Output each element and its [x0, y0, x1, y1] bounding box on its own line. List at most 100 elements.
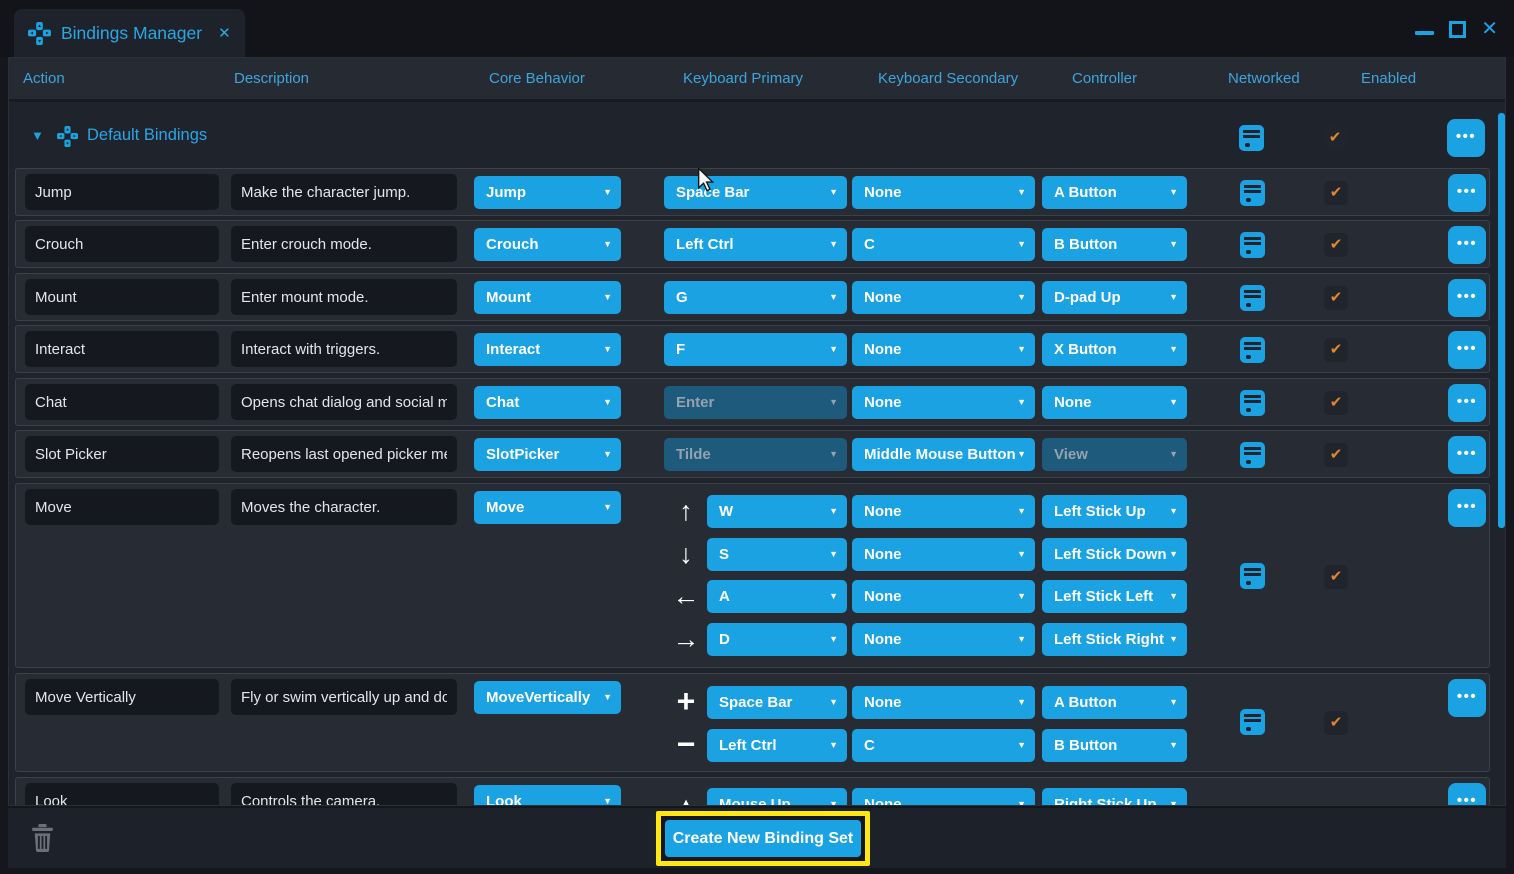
delete-binding-set-icon[interactable] [30, 824, 55, 853]
core-behavior-dropdown[interactable]: Mount▼ [474, 281, 621, 314]
minimize-icon[interactable] [1415, 31, 1434, 35]
chevron-down-icon: ▼ [1017, 788, 1026, 806]
core-behavior-dropdown[interactable]: SlotPicker▼ [474, 438, 621, 471]
controller-dropdown[interactable]: X Button▼ [1042, 333, 1187, 366]
networked-icon[interactable] [1239, 125, 1264, 151]
keyboard-primary-dropdown[interactable]: S▼ [707, 538, 847, 571]
keyboard-secondary-dropdown[interactable]: None▼ [852, 386, 1035, 419]
binding-row-move: Move▼ ↑ W▼ None▼ Left Stick Up▼ ↓ S▼ Non… [15, 483, 1490, 668]
keyboard-primary-dropdown[interactable]: G▼ [664, 281, 847, 314]
keyboard-secondary-dropdown[interactable]: None▼ [852, 281, 1035, 314]
core-behavior-dropdown[interactable]: Chat▼ [474, 386, 621, 419]
enabled-checkbox[interactable]: ✔ [1324, 286, 1348, 310]
enabled-checkbox[interactable]: ✔ [1324, 181, 1348, 205]
networked-icon[interactable] [1240, 563, 1265, 589]
controller-dropdown[interactable]: B Button▼ [1042, 729, 1187, 762]
maximize-icon[interactable] [1449, 21, 1466, 38]
more-options-button[interactable]: ••• [1448, 226, 1486, 264]
keyboard-secondary-dropdown[interactable]: None▼ [852, 176, 1035, 209]
description-field[interactable] [230, 173, 458, 211]
keyboard-secondary-dropdown[interactable]: None▼ [852, 538, 1035, 571]
chevron-down-icon: ▼ [1169, 333, 1178, 366]
keyboard-secondary-dropdown[interactable]: None▼ [852, 333, 1035, 366]
keyboard-primary-dropdown[interactable]: Space Bar▼ [664, 176, 847, 209]
keyboard-primary-dropdown[interactable]: Left Ctrl▼ [707, 729, 847, 762]
enabled-checkbox[interactable]: ✔ [1324, 233, 1348, 257]
action-field[interactable] [24, 278, 220, 316]
action-field[interactable] [24, 383, 220, 421]
keyboard-secondary-dropdown[interactable]: None▼ [852, 788, 1035, 806]
enabled-checkbox[interactable]: ✔ [1323, 126, 1347, 150]
more-options-button[interactable]: ••• [1448, 783, 1486, 806]
more-options-button[interactable]: ••• [1447, 119, 1485, 157]
networked-icon[interactable] [1240, 442, 1265, 468]
description-field[interactable] [230, 383, 458, 421]
description-field[interactable] [230, 278, 458, 316]
networked-icon[interactable] [1240, 709, 1265, 735]
core-behavior-dropdown[interactable]: Crouch▼ [474, 228, 621, 261]
keyboard-primary-dropdown[interactable]: A▼ [707, 580, 847, 613]
keyboard-primary-dropdown[interactable]: Mouse Up▼ [707, 788, 847, 806]
more-options-button[interactable]: ••• [1448, 279, 1486, 317]
binding-set-icon [57, 126, 78, 147]
action-field[interactable] [24, 225, 220, 263]
keyboard-secondary-dropdown[interactable]: None▼ [852, 580, 1035, 613]
description-field[interactable] [230, 225, 458, 263]
more-options-button[interactable]: ••• [1448, 679, 1486, 717]
description-field[interactable] [230, 330, 458, 368]
networked-icon[interactable] [1240, 232, 1265, 258]
more-options-button[interactable]: ••• [1448, 436, 1486, 474]
check-icon: ✔ [1330, 289, 1343, 306]
controller-dropdown[interactable]: Left Stick Left▼ [1042, 580, 1187, 613]
controller-dropdown[interactable]: B Button▼ [1042, 228, 1187, 261]
controller-dropdown[interactable]: A Button▼ [1042, 176, 1187, 209]
action-field[interactable] [24, 330, 220, 368]
enabled-checkbox[interactable]: ✔ [1324, 391, 1348, 415]
keyboard-primary-dropdown[interactable]: Space Bar▼ [707, 686, 847, 719]
keyboard-primary-dropdown[interactable]: D▼ [707, 623, 847, 656]
keyboard-secondary-dropdown[interactable]: C▼ [852, 729, 1035, 762]
more-options-button[interactable]: ••• [1448, 331, 1486, 369]
networked-icon[interactable] [1240, 180, 1265, 206]
action-field[interactable] [24, 173, 220, 211]
controller-dropdown[interactable]: D-pad Up▼ [1042, 281, 1187, 314]
controller-dropdown[interactable]: A Button▼ [1042, 686, 1187, 719]
close-icon[interactable]: ✕ [1481, 19, 1498, 39]
description-field[interactable] [230, 435, 458, 473]
keyboard-secondary-dropdown[interactable]: None▼ [852, 495, 1035, 528]
controller-dropdown[interactable]: Left Stick Down▼ [1042, 538, 1187, 571]
controller-dropdown[interactable]: None▼ [1042, 386, 1187, 419]
keyboard-primary-dropdown[interactable]: W▼ [707, 495, 847, 528]
chevron-down-icon: ▼ [829, 686, 838, 719]
networked-icon[interactable] [1240, 390, 1265, 416]
keyboard-primary-dropdown[interactable]: F▼ [664, 333, 847, 366]
tab-close-icon[interactable]: ✕ [218, 24, 231, 42]
controller-dropdown[interactable]: Left Stick Right▼ [1042, 623, 1187, 656]
tab-bindings-manager[interactable]: Bindings Manager ✕ [14, 9, 245, 57]
enabled-checkbox[interactable]: ✔ [1324, 338, 1348, 362]
networked-icon[interactable] [1240, 337, 1265, 363]
enabled-checkbox[interactable]: ✔ [1324, 443, 1348, 467]
action-field[interactable] [24, 435, 220, 473]
keyboard-secondary-dropdown[interactable]: C▼ [852, 228, 1035, 261]
more-options-button[interactable]: ••• [1448, 174, 1486, 212]
more-options-button[interactable]: ••• [1448, 384, 1486, 422]
keyboard-primary-dropdown[interactable]: Left Ctrl▼ [664, 228, 847, 261]
create-new-binding-set-button[interactable]: Create New Binding Set [665, 820, 861, 857]
more-options-button[interactable]: ••• [1448, 489, 1486, 527]
networked-icon[interactable] [1240, 285, 1265, 311]
keyboard-secondary-dropdown[interactable]: Middle Mouse Button▼ [852, 438, 1035, 471]
core-behavior-dropdown[interactable]: Jump▼ [474, 176, 621, 209]
enabled-checkbox[interactable]: ✔ [1324, 711, 1348, 735]
controller-dropdown[interactable]: Left Stick Up▼ [1042, 495, 1187, 528]
core-behavior-dropdown[interactable]: Interact▼ [474, 333, 621, 366]
enabled-checkbox[interactable]: ✔ [1324, 565, 1348, 589]
tab-title: Bindings Manager [61, 23, 202, 44]
keyboard-secondary-dropdown[interactable]: None▼ [852, 686, 1035, 719]
highlight-annotation-box: Create New Binding Set [656, 811, 870, 866]
vertical-scrollbar[interactable] [1498, 113, 1505, 528]
collapse-caret-icon[interactable]: ▼ [31, 128, 44, 143]
controller-dropdown[interactable]: Right Stick Up▼ [1042, 788, 1187, 806]
arrow-right-icon: → [666, 623, 706, 656]
keyboard-secondary-dropdown[interactable]: None▼ [852, 623, 1035, 656]
